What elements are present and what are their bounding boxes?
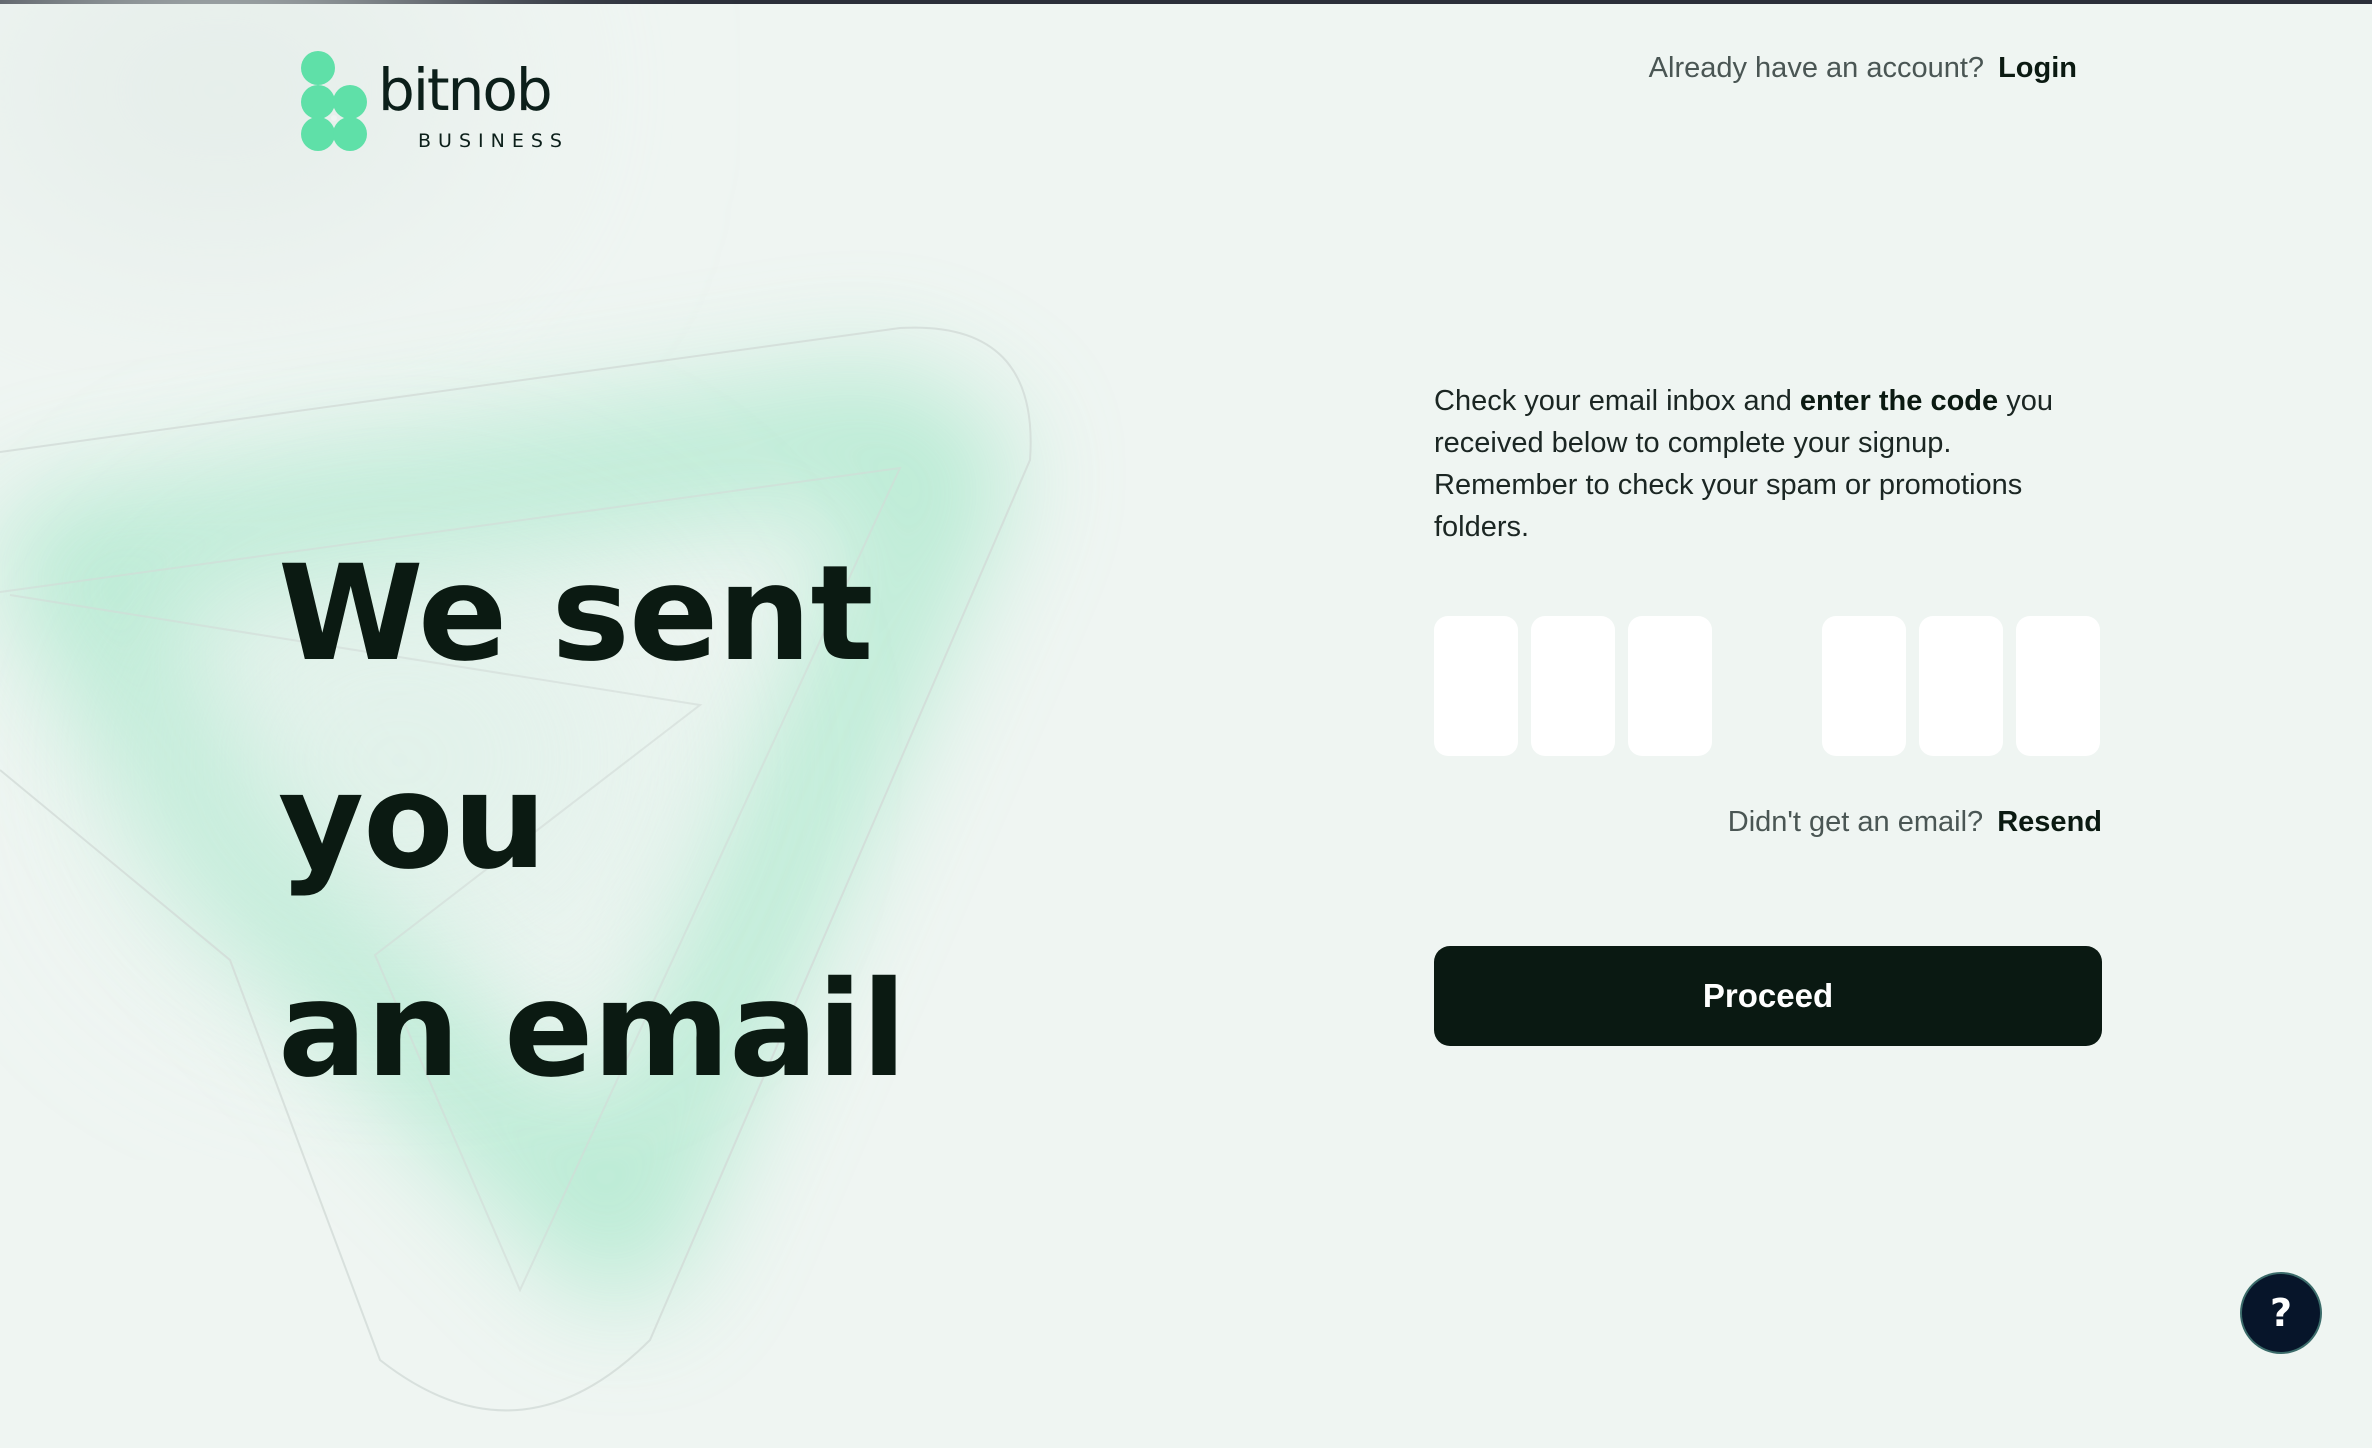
page-title-line-2: an email [278, 953, 907, 1107]
otp-code-inputs [1434, 616, 2102, 756]
otp-digit-6[interactable] [2016, 616, 2100, 756]
page-title-line-1: We sent you [278, 537, 874, 899]
otp-digit-1[interactable] [1434, 616, 1518, 756]
otp-digit-2[interactable] [1531, 616, 1615, 756]
window-top-border [0, 0, 2372, 4]
resend-line: Didn't get an email? Resend [1728, 806, 2102, 839]
otp-digit-3[interactable] [1628, 616, 1712, 756]
page-title: We sent you an email [278, 510, 1078, 1134]
otp-digit-4[interactable] [1822, 616, 1906, 756]
verification-panel: Check your email inbox and enter the cod… [1434, 380, 2102, 1046]
instructions-text-bold: enter the code [1799, 385, 1999, 417]
brand-name: bitnob [378, 56, 553, 124]
resend-link[interactable]: Resend [1997, 806, 2102, 838]
help-button[interactable]: ? [2242, 1274, 2320, 1352]
proceed-button[interactable]: Proceed [1434, 946, 2102, 1046]
instructions-text-before: Check your email inbox and [1434, 385, 1792, 417]
bitnob-business-logo[interactable]: bitnob BUSINESS [300, 50, 600, 160]
login-prompt: Already have an account? [1648, 52, 1985, 84]
login-prompt-line: Already have an account? Login [1649, 52, 2077, 85]
login-link[interactable]: Login [1998, 52, 2077, 84]
verification-instructions: Check your email inbox and enter the cod… [1434, 380, 2102, 548]
resend-prompt: Didn't get an email? [1727, 806, 1984, 838]
otp-digit-5[interactable] [1919, 616, 2003, 756]
brand-subtitle: BUSINESS [418, 130, 569, 152]
question-mark-icon: ? [2269, 1291, 2293, 1335]
bitnob-logo-icon [301, 51, 367, 151]
